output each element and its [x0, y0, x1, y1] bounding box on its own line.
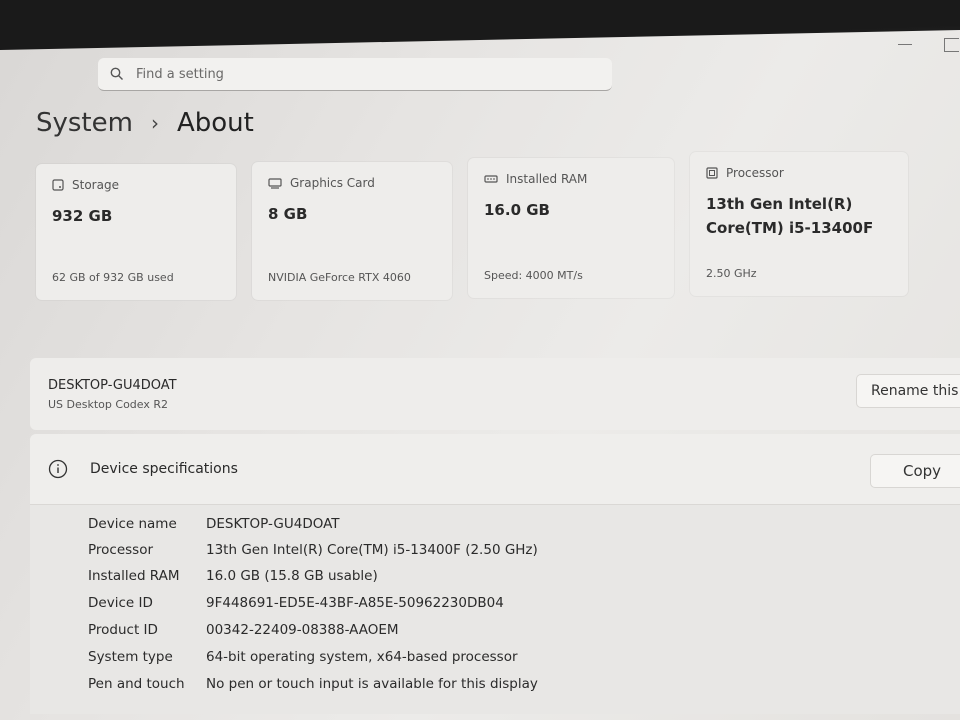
spec-label: System type — [88, 649, 173, 665]
spec-value: 00342-22409-08388-AAOEM — [206, 622, 399, 638]
card-value-line2: Core(TM) i5-13400F — [706, 219, 874, 237]
ram-card: Installed RAM 16.0 GB Speed: 4000 MT/s — [468, 158, 674, 298]
spec-value: 16.0 GB (15.8 GB usable) — [206, 568, 378, 584]
device-specifications-panel: Device specifications Copy Device name D… — [30, 434, 960, 714]
card-label: Processor — [726, 166, 784, 180]
breadcrumb-current: About — [176, 108, 254, 138]
spec-label: Processor — [88, 542, 154, 558]
maximize-icon[interactable] — [944, 38, 959, 52]
processor-card: Processor 13th Gen Intel(R) Core(TM) i5-… — [690, 152, 908, 296]
card-label: Graphics Card — [290, 176, 375, 190]
spec-value: 9F448691-ED5E-43BF-A85E-50962230DB04 — [206, 595, 504, 611]
card-value: 932 GB — [52, 207, 113, 225]
card-footer: 2.50 GHz — [706, 267, 757, 280]
spec-value: No pen or touch input is available for t… — [206, 676, 538, 692]
spec-value: DESKTOP-GU4DOAT — [206, 516, 340, 532]
graphics-card-icon — [268, 177, 282, 189]
card-header: Graphics Card — [268, 176, 375, 190]
storage-icon — [52, 179, 64, 191]
card-header: Installed RAM — [484, 172, 587, 186]
minimize-icon[interactable] — [898, 44, 912, 45]
device-name-panel: DESKTOP-GU4DOAT US Desktop Codex R2 Rena… — [30, 358, 960, 430]
device-specifications-header[interactable]: Device specifications Copy — [30, 434, 960, 505]
card-header: Storage — [52, 178, 119, 192]
card-value: 16.0 GB — [484, 201, 550, 219]
card-value-line1: 13th Gen Intel(R) — [706, 195, 853, 213]
card-label: Installed RAM — [506, 172, 588, 186]
spec-label: Installed RAM — [88, 568, 180, 584]
ram-icon — [484, 174, 498, 183]
spec-label: Device name — [88, 516, 177, 532]
copy-button[interactable]: Copy — [870, 454, 960, 488]
storage-card: Storage 932 GB 62 GB of 932 GB used — [36, 164, 236, 300]
card-value: 13th Gen Intel(R) Core(TM) i5-13400F — [706, 192, 873, 240]
spec-value: 64-bit operating system, x64-based proce… — [206, 649, 518, 665]
processor-icon — [706, 167, 718, 179]
search-icon — [110, 67, 123, 80]
spec-label: Product ID — [88, 622, 158, 638]
monitor-bezel — [0, 0, 960, 50]
rename-pc-button[interactable]: Rename this — [856, 374, 960, 408]
device-specifications-title: Device specifications — [90, 461, 238, 477]
search-box[interactable]: Find a setting — [98, 58, 612, 91]
breadcrumb-parent[interactable]: System — [36, 108, 133, 138]
spec-value: 13th Gen Intel(R) Core(TM) i5-13400F (2.… — [206, 542, 538, 558]
card-header: Processor — [706, 166, 784, 180]
spec-label: Pen and touch — [88, 676, 185, 692]
search-input[interactable]: Find a setting — [136, 67, 224, 82]
device-name: DESKTOP-GU4DOAT — [48, 378, 177, 393]
card-footer: NVIDIA GeForce RTX 4060 — [268, 271, 411, 284]
graphics-card-card: Graphics Card 8 GB NVIDIA GeForce RTX 40… — [252, 162, 452, 300]
card-footer: 62 GB of 932 GB used — [52, 271, 174, 284]
info-icon — [48, 459, 68, 479]
spec-label: Device ID — [88, 595, 153, 611]
breadcrumb-separator: › — [150, 111, 159, 135]
card-footer: Speed: 4000 MT/s — [484, 269, 583, 282]
card-value: 8 GB — [268, 205, 308, 223]
card-label: Storage — [72, 178, 119, 192]
device-model: US Desktop Codex R2 — [48, 398, 169, 411]
page-title: System › About — [36, 108, 254, 138]
